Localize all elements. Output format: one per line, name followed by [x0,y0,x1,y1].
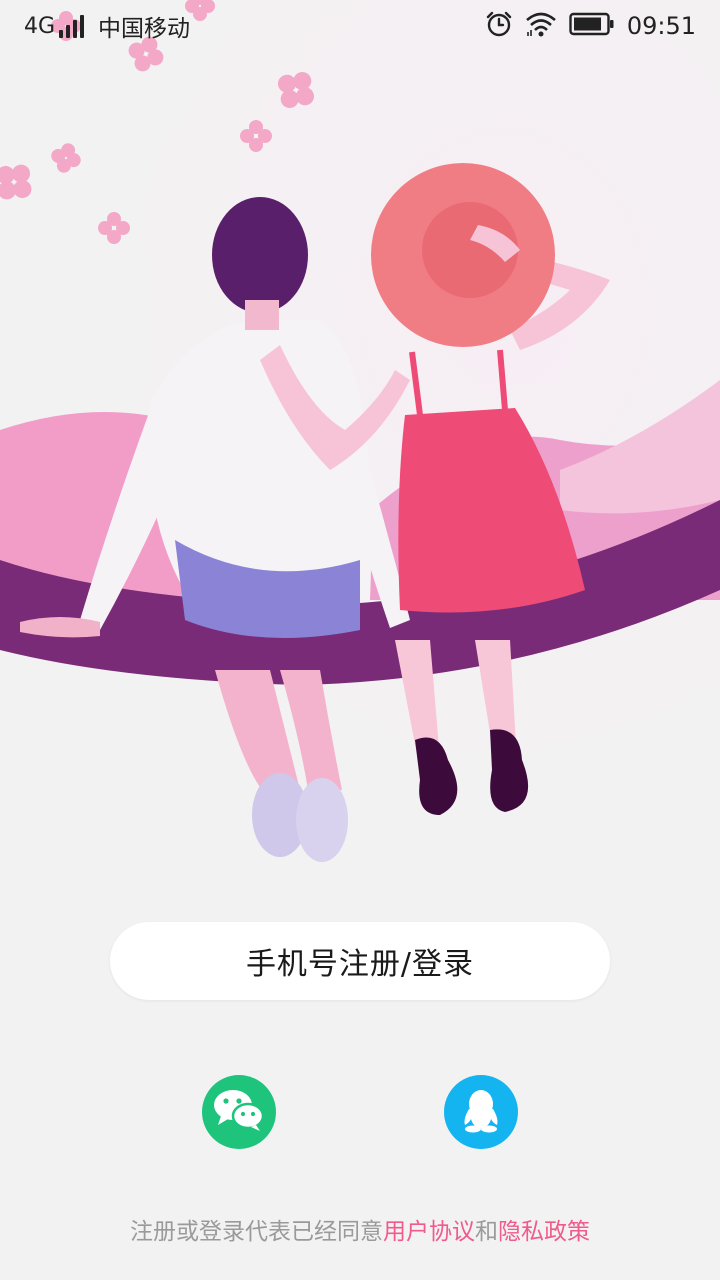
status-bar: 4G 中国移动 09:51 [0,0,720,52]
network-type: 4G [24,13,56,39]
agreement-and: 和 [475,1219,498,1245]
privacy-policy-link[interactable]: 隐私政策 [498,1219,590,1245]
clock-time: 09:51 [626,12,696,40]
status-left: 4G 中国移动 [24,10,191,43]
battery-icon [569,11,615,41]
user-agreement-link[interactable]: 用户协议 [383,1219,475,1245]
phone-login-button[interactable]: 手机号注册/登录 [110,922,610,1000]
couple-illustration [0,0,720,880]
signal-icon [59,14,85,38]
wechat-login-button[interactable] [202,1075,276,1149]
wifi-icon [525,10,557,42]
status-right: 09:51 [485,10,696,42]
wechat-icon [211,1086,267,1138]
login-screen: 4G 中国移动 09:51 手机号注册/登录 注册或登录代表已经同意用户协议和隐… [0,0,720,1280]
agreement-text: 注册或登录代表已经同意用户协议和隐私政策 [0,1212,720,1246]
agreement-prefix: 注册或登录代表已经同意 [130,1219,383,1245]
alarm-icon [485,10,513,42]
carrier-name: 中国移动 [98,16,191,42]
qq-icon [459,1087,503,1137]
qq-login-button[interactable] [444,1075,518,1149]
